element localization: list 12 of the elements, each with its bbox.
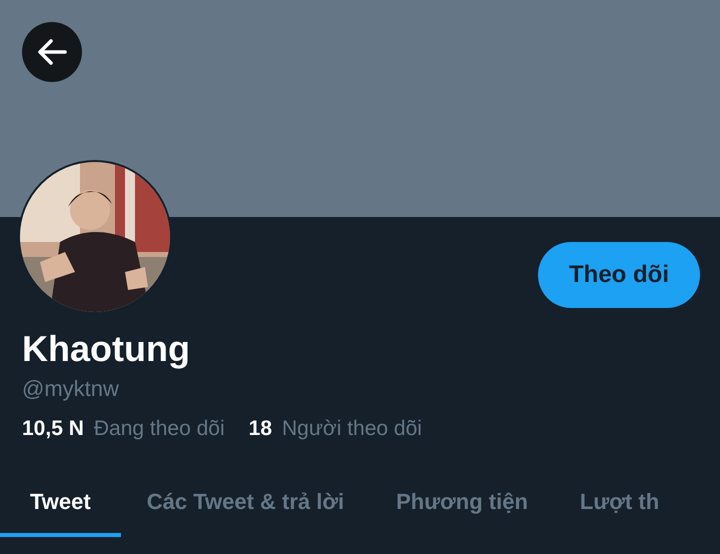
back-arrow-icon (37, 38, 67, 66)
profile-name: Khaotung (22, 327, 191, 371)
profile-handle: @myktnw (22, 375, 120, 403)
stat-count: 10,5 N (22, 416, 84, 442)
follow-button[interactable]: Theo dõi (538, 242, 700, 308)
profile-tab[interactable]: Phương tiện (370, 479, 554, 537)
stat-label[interactable]: Người theo dõi (282, 415, 422, 443)
stat-label[interactable]: Đang theo dõi (94, 415, 225, 443)
profile-tab[interactable]: Tweet (0, 479, 121, 537)
profile-tab[interactable]: Lượt th (554, 479, 686, 537)
stat-count: 18 (248, 416, 272, 442)
profile-tab[interactable]: Các Tweet & trả lời (120, 479, 370, 537)
